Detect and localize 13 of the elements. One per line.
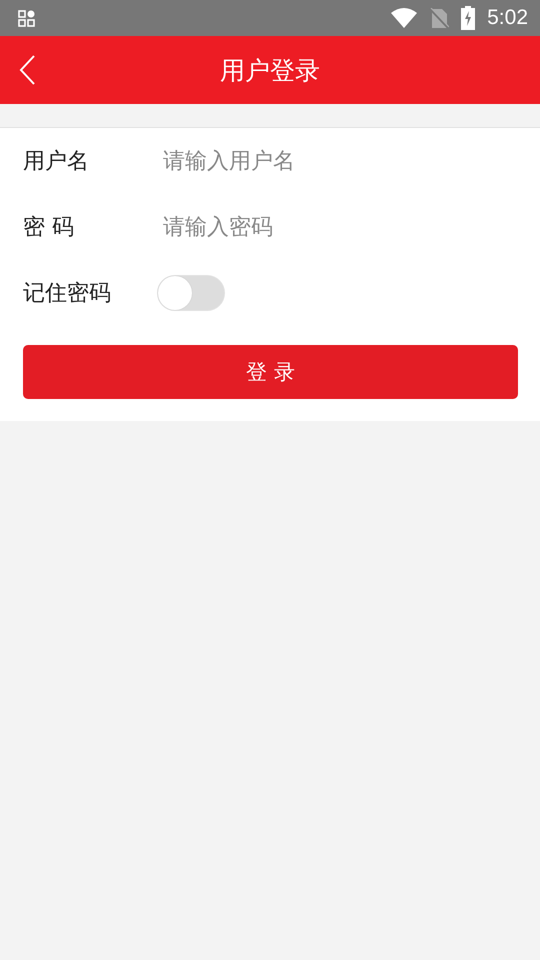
remember-password-switch[interactable] — [157, 275, 225, 311]
field-label: 用户名 — [23, 148, 90, 176]
app-grid-icon — [18, 10, 35, 26]
battery-charging-icon — [461, 6, 476, 30]
input-field[interactable]: 请输入密码 — [163, 207, 518, 247]
status-time: 5:02 — [487, 6, 528, 30]
field-label: 密 码 — [23, 214, 75, 242]
login-button[interactable]: 登 录 — [23, 345, 518, 399]
input-field[interactable]: 请输入用户名 — [163, 141, 518, 181]
wifi-icon — [391, 8, 418, 28]
page-title: 用户登录 — [219, 54, 321, 86]
remember-password-label: 记住密码 — [23, 280, 112, 308]
no-sim-icon — [429, 8, 450, 28]
